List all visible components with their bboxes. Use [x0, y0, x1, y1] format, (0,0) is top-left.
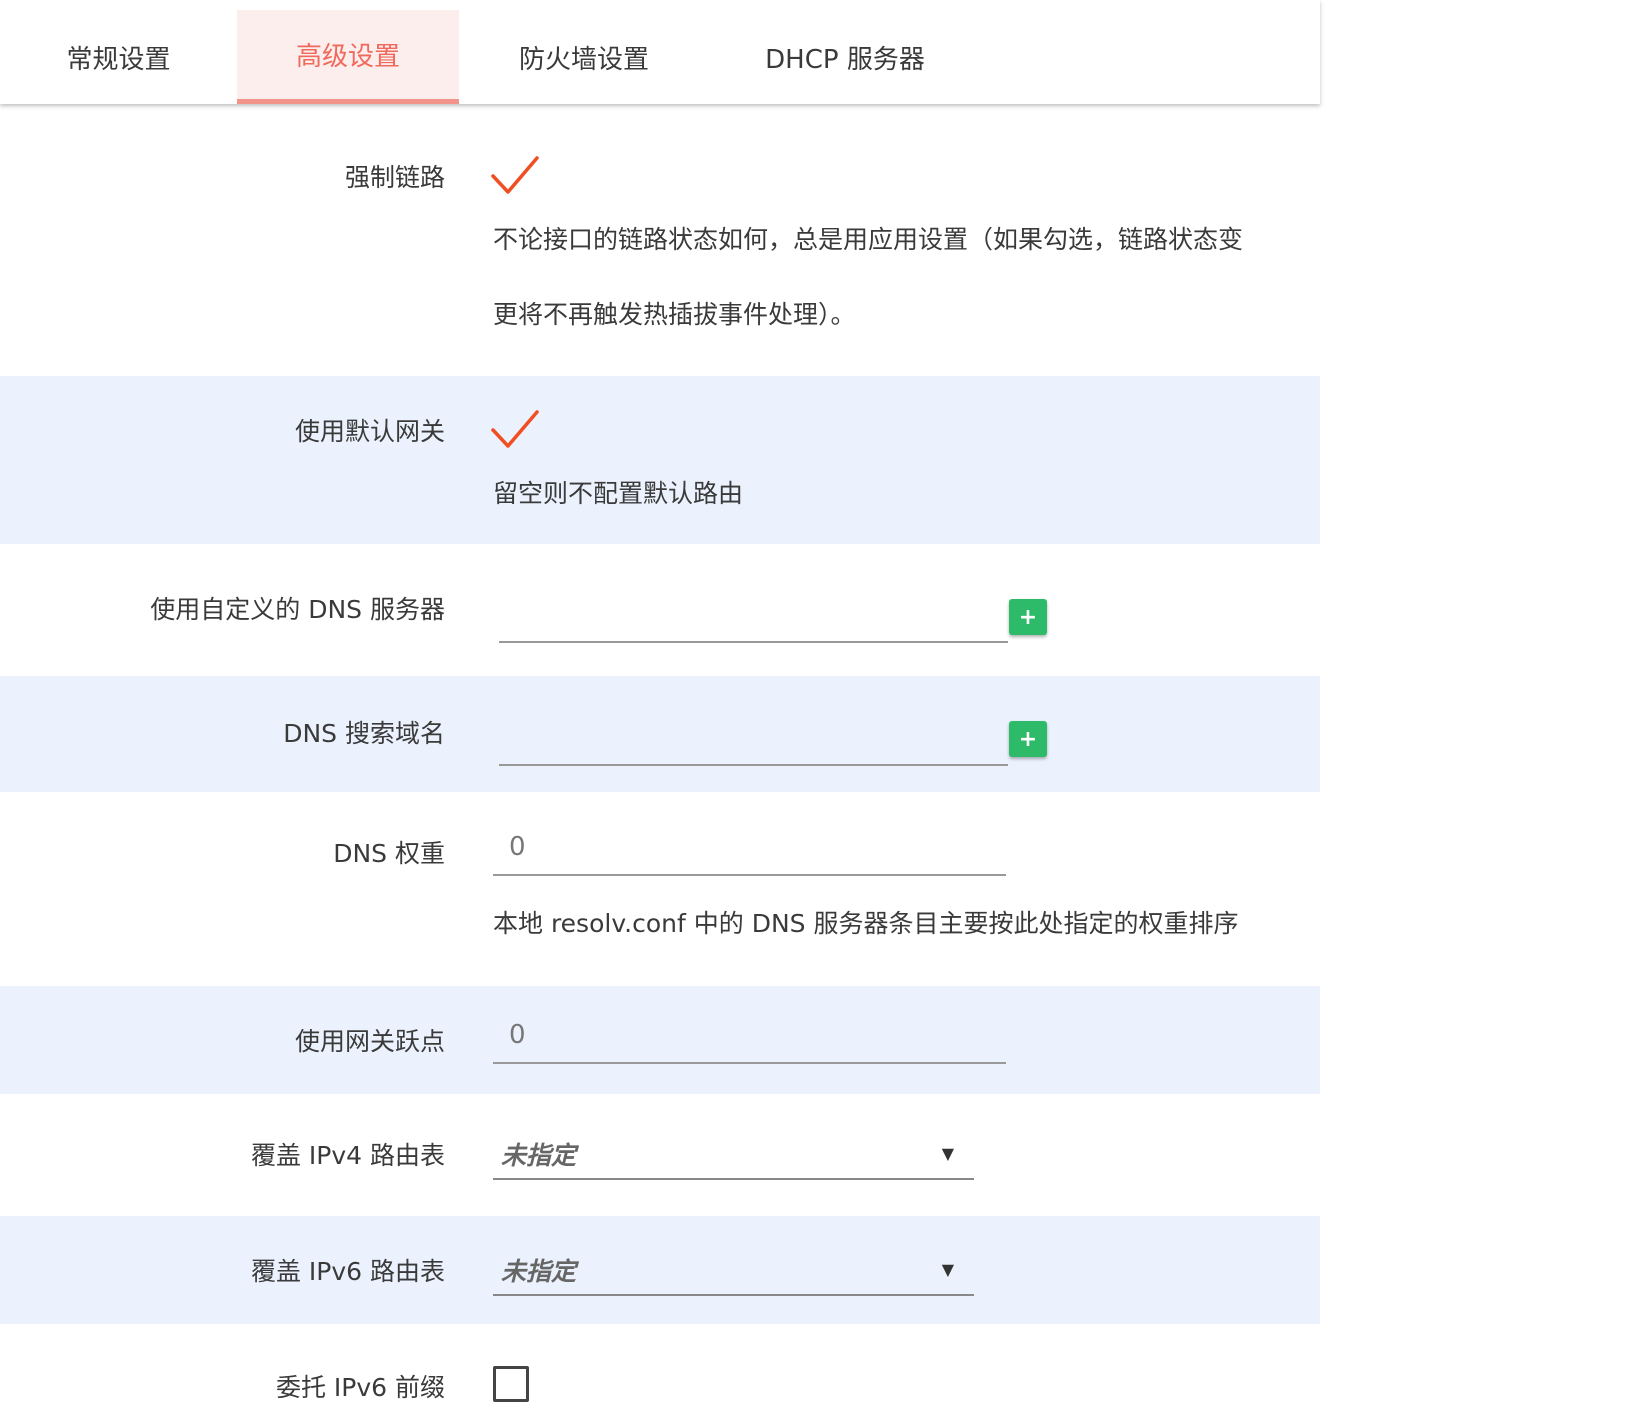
custom-dns-input[interactable]: [499, 641, 1008, 643]
dropdown-arrow-icon: ▼: [941, 1260, 954, 1279]
settings-panel: 常规设置 高级设置 防火墙设置 DHCP 服务器 强制链路 不论接口的链路状态如…: [0, 0, 1320, 1413]
ipv4-table-select[interactable]: 未指定 ▼: [493, 1132, 974, 1180]
ipv6-table-select[interactable]: 未指定 ▼: [493, 1248, 974, 1296]
row-ipv4-table: 覆盖 IPv4 路由表 未指定 ▼: [0, 1094, 1320, 1216]
row-ipv6-table: 覆盖 IPv6 路由表 未指定 ▼: [0, 1216, 1320, 1324]
default-gateway-description: 留空则不配置默认路由: [493, 479, 744, 508]
row-custom-dns: 使用自定义的 DNS 服务器 +: [0, 544, 1320, 676]
custom-dns-label: 使用自定义的 DNS 服务器: [150, 595, 445, 624]
tab-advanced-settings[interactable]: 高级设置: [237, 10, 459, 104]
row-delegate-ipv6: 委托 IPv6 前缀: [0, 1324, 1320, 1413]
checkmark-icon[interactable]: [490, 408, 540, 450]
row-dns-search-domain: DNS 搜索域名 +: [0, 676, 1320, 792]
dns-search-domain-input[interactable]: [499, 764, 1008, 766]
gateway-metric-label: 使用网关跃点: [294, 1027, 445, 1056]
gateway-metric-input[interactable]: 0: [493, 1012, 1006, 1064]
row-default-gateway: 使用默认网关 留空则不配置默认路由: [0, 376, 1320, 544]
row-force-link: 强制链路 不论接口的链路状态如何，总是用应用设置（如果勾选，链路状态变 更将不再…: [0, 104, 1320, 376]
add-dns-search-domain-button[interactable]: +: [1009, 721, 1047, 757]
default-gateway-label: 使用默认网关: [294, 417, 445, 446]
force-link-description: 不论接口的链路状态如何，总是用应用设置（如果勾选，链路状态变: [493, 225, 1244, 254]
force-link-label: 强制链路: [344, 163, 445, 192]
ipv4-table-label: 覆盖 IPv4 路由表: [250, 1141, 445, 1170]
dns-weight-label: DNS 权重: [333, 839, 445, 868]
dns-search-domain-label: DNS 搜索域名: [283, 719, 445, 748]
ipv4-table-selected: 未指定: [501, 1141, 577, 1170]
ipv6-table-selected: 未指定: [501, 1257, 577, 1286]
ipv6-table-label: 覆盖 IPv6 路由表: [250, 1257, 445, 1286]
dns-weight-value: 0: [509, 832, 526, 862]
row-gateway-metric: 使用网关跃点 0: [0, 986, 1320, 1094]
row-dns-weight: DNS 权重 0 本地 resolv.conf 中的 DNS 服务器条目主要按此…: [0, 792, 1320, 986]
checkmark-icon[interactable]: [490, 154, 540, 196]
force-link-description-cont: 更将不再触发热插拔事件处理）。: [493, 300, 856, 329]
delegate-ipv6-checkbox[interactable]: [493, 1366, 529, 1402]
dns-weight-input[interactable]: 0: [493, 824, 1006, 876]
dns-weight-description: 本地 resolv.conf 中的 DNS 服务器条目主要按此处指定的权重排序: [493, 909, 1239, 938]
delegate-ipv6-label: 委托 IPv6 前缀: [275, 1373, 445, 1402]
tab-firewall-settings[interactable]: 防火墙设置: [459, 10, 709, 104]
tab-general-settings[interactable]: 常规设置: [0, 10, 237, 104]
tab-bar: 常规设置 高级设置 防火墙设置 DHCP 服务器: [0, 0, 1320, 104]
dropdown-arrow-icon: ▼: [941, 1144, 954, 1163]
gateway-metric-value: 0: [509, 1020, 526, 1050]
tab-dhcp-server[interactable]: DHCP 服务器: [709, 10, 981, 104]
add-dns-server-button[interactable]: +: [1009, 599, 1047, 635]
